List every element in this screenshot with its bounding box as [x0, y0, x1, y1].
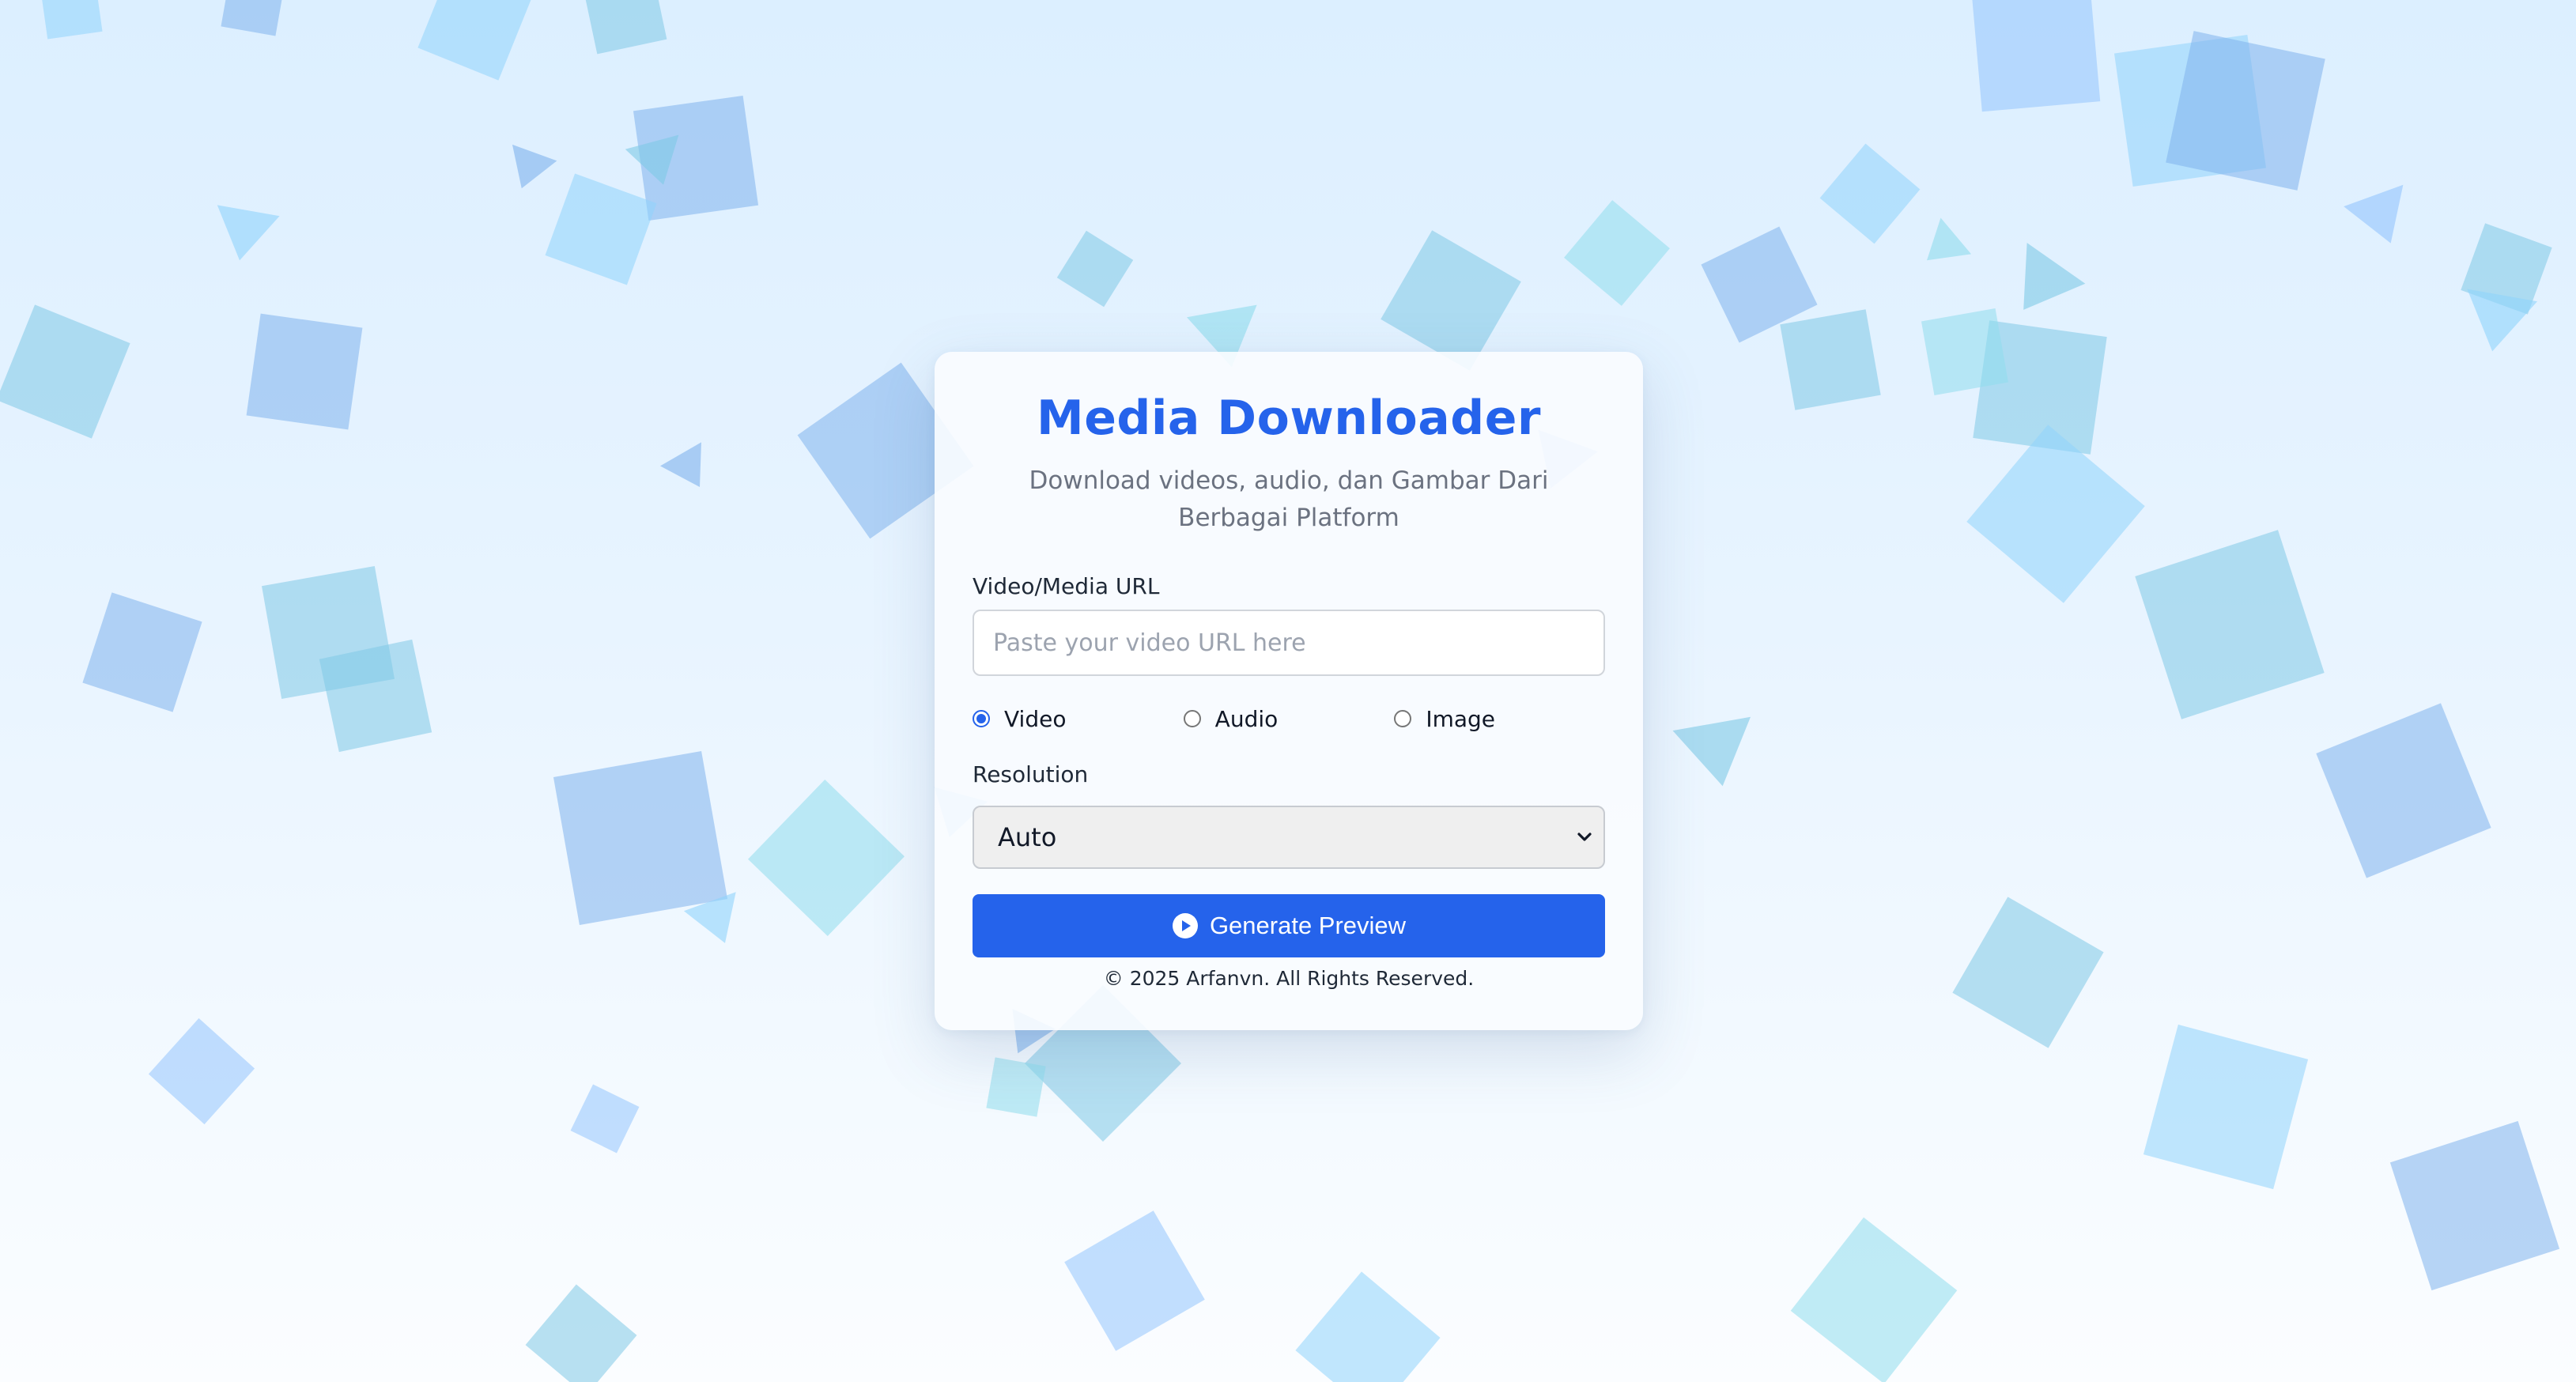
page-subtitle: Download videos, audio, dan Gambar Dari … — [1029, 466, 1549, 532]
decor-square — [1952, 897, 2104, 1048]
radio-button-image[interactable] — [1394, 710, 1412, 727]
radio-option-image[interactable]: Image — [1394, 706, 1605, 732]
radio-button-video[interactable] — [973, 710, 990, 727]
decor-triangle — [512, 144, 557, 189]
decor-square — [545, 173, 657, 285]
decor-square — [2143, 1024, 2309, 1190]
decor-square — [582, 0, 667, 55]
decor-square — [1790, 1217, 1958, 1382]
chevron-down-icon — [1577, 833, 1592, 841]
decor-square — [319, 639, 432, 753]
media-type-group: Video Audio Image — [973, 704, 1605, 733]
decor-square — [0, 304, 130, 439]
decor-square — [82, 592, 202, 712]
decor-triangle — [2467, 289, 2538, 352]
decor-triangle — [2023, 243, 2086, 310]
radio-label-video: Video — [1004, 705, 1067, 732]
generate-preview-label: Generate Preview — [1209, 912, 1407, 939]
resolution-selected-value: Auto — [998, 822, 1057, 852]
decor-square — [1971, 0, 2101, 112]
decor-triangle — [660, 442, 701, 487]
radio-option-video[interactable]: Video — [973, 706, 1184, 732]
radio-button-audio[interactable] — [1183, 710, 1201, 727]
decor-square — [986, 1057, 1046, 1117]
decor-square — [2166, 31, 2325, 191]
radio-option-audio[interactable]: Audio — [1183, 705, 1395, 732]
page-title: Media Downloader — [1037, 391, 1541, 446]
url-label: Video/Media URL — [973, 573, 1160, 599]
footer-copyright: © 2025 Arfanvn. All Rights Reserved. — [1103, 967, 1475, 990]
resolution-select[interactable]: Auto — [973, 806, 1605, 869]
decor-square — [1064, 1210, 1205, 1351]
decor-square — [246, 313, 363, 430]
decor-triangle — [1927, 217, 1972, 261]
downloader-card: Media Downloader Download videos, audio,… — [935, 352, 1643, 1030]
generate-preview-button[interactable]: Generate Preview — [973, 894, 1605, 957]
decor-square — [1381, 230, 1521, 371]
decor-triangle — [2344, 184, 2404, 244]
url-input[interactable] — [973, 610, 1605, 676]
decor-square — [1921, 308, 2009, 396]
decor-square — [417, 0, 531, 81]
decor-square — [1056, 230, 1134, 308]
decor-square — [2316, 703, 2491, 878]
decor-square — [148, 1018, 255, 1125]
decor-square — [40, 0, 103, 40]
decor-square — [1564, 200, 1670, 306]
decor-triangle — [217, 205, 280, 261]
decor-square — [525, 1284, 637, 1382]
decor-triangle — [1672, 716, 1751, 787]
decor-square — [570, 1084, 640, 1154]
decor-square — [1819, 143, 1921, 244]
decor-square — [553, 750, 728, 926]
decor-square — [2389, 1120, 2560, 1291]
resolution-label: Resolution — [973, 761, 1089, 787]
decor-square — [221, 0, 285, 36]
radio-label-audio: Audio — [1214, 705, 1279, 732]
play-circle-icon — [1172, 913, 1198, 938]
radio-label-image: Image — [1426, 705, 1496, 732]
decor-square — [2135, 530, 2325, 719]
decor-square — [1780, 309, 1881, 410]
decor-square — [1295, 1271, 1441, 1382]
decor-square — [748, 780, 905, 936]
decor-square — [1966, 425, 2145, 603]
